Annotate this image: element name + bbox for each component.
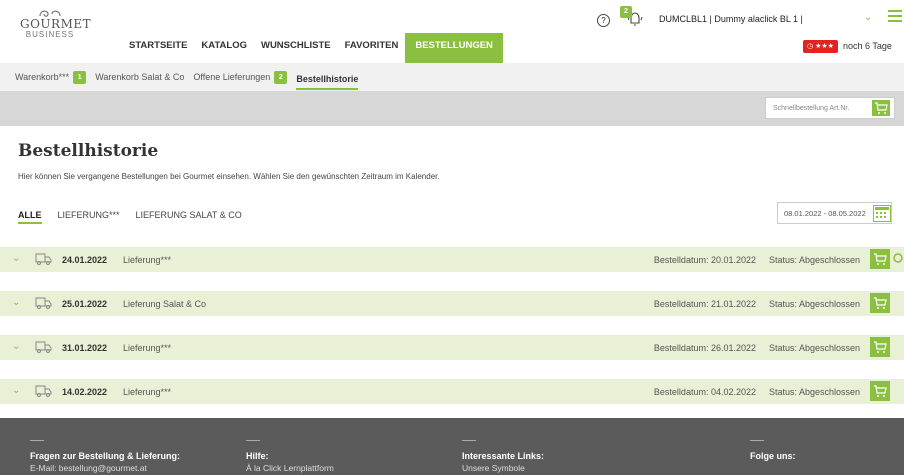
- calendar-icon[interactable]: [873, 205, 891, 222]
- order-status: Status: Abgeschlossen: [769, 255, 861, 265]
- footer-heading: Folge uns:: [750, 451, 796, 461]
- notification-badge: 2: [620, 6, 632, 18]
- truck-icon: [35, 385, 52, 397]
- footer-divider: [30, 440, 44, 441]
- order-date: 25.01.2022: [62, 299, 108, 309]
- order-row[interactable]: ⌄ 31.01.2022 Lieferung*** Bestelldatum: …: [0, 335, 904, 360]
- order-type: Lieferung***: [123, 255, 172, 265]
- footer-help-link[interactable]: À la Click Lernplattform: [246, 463, 334, 473]
- countdown-badge: ◷ ★★★: [803, 40, 838, 53]
- page-intro: Hier können Sie vergangene Bestellungen …: [18, 172, 440, 181]
- reorder-cart-icon[interactable]: [870, 249, 890, 269]
- search-icon[interactable]: [893, 253, 904, 265]
- subnav-offene-lieferungen[interactable]: Offene Lieferungen 2: [193, 63, 288, 91]
- order-status: Status: Abgeschlossen: [769, 387, 861, 397]
- main-nav: STARTSEITE KATALOG WUNSCHLISTE FAVORITEN…: [122, 33, 503, 63]
- subnav-bestellhistorie[interactable]: Bestellhistorie: [296, 70, 359, 90]
- order-row[interactable]: ⌄ 25.01.2022 Lieferung Salat & Co Bestel…: [0, 291, 904, 316]
- reorder-cart-icon[interactable]: [870, 293, 890, 313]
- order-status: Status: Abgeschlossen: [769, 343, 861, 353]
- truck-icon: [35, 341, 52, 353]
- order-bestelldatum: Bestelldatum: 20.01.2022: [653, 255, 756, 265]
- footer-col-social: Folge uns:: [750, 440, 796, 461]
- quick-order-bar: Schnellbestellung Art.Nr.: [0, 91, 904, 126]
- order-date: 31.01.2022: [62, 343, 108, 353]
- nav-wunschliste[interactable]: WUNSCHLISTE: [254, 33, 338, 63]
- footer-symbols-link[interactable]: Unsere Symbole: [462, 463, 544, 473]
- logo-text: GOURMET: [20, 17, 92, 31]
- page-title: Bestellhistorie: [18, 141, 159, 161]
- gourmet-logo[interactable]: GOURMET BUSINESS: [20, 8, 92, 40]
- footer-heading: Interessante Links:: [462, 451, 545, 461]
- subnav-warenkorb[interactable]: Warenkorb*** 1: [15, 63, 87, 91]
- warenkorb-count-badge: 1: [73, 70, 87, 84]
- subnav-warenkorb-salat-label: Warenkorb Salat & Co: [95, 72, 185, 82]
- subnav-offene-lieferungen-label: Offene Lieferungen: [193, 72, 271, 82]
- chevron-down-icon[interactable]: ⌄: [12, 297, 20, 308]
- filter-lieferung[interactable]: LIEFERUNG***: [58, 210, 120, 224]
- order-bestelldatum: Bestelldatum: 04.02.2022: [653, 387, 756, 397]
- reorder-cart-icon[interactable]: [870, 381, 890, 401]
- notification-button[interactable]: 2: [620, 6, 645, 29]
- nav-favoriten[interactable]: FAVORITEN: [338, 33, 406, 63]
- order-bestelldatum: Bestelldatum: 26.01.2022: [653, 343, 756, 353]
- order-date: 24.01.2022: [62, 255, 108, 265]
- footer-col-contact: Fragen zur Bestellung & Lieferung: E-Mai…: [30, 440, 180, 473]
- footer-heading: Fragen zur Bestellung & Lieferung:: [30, 451, 181, 461]
- order-type: Lieferung***: [123, 387, 172, 397]
- order-date: 14.02.2022: [62, 387, 108, 397]
- logo-sub: BUSINESS: [25, 30, 75, 39]
- chevron-down-icon[interactable]: ⌄: [12, 341, 20, 352]
- order-row[interactable]: ⌄ 24.01.2022 Lieferung*** Bestelldatum: …: [0, 247, 904, 272]
- user-account-label[interactable]: DUMCLBL1 | Dummy alaclick BL 1 |: [659, 14, 803, 24]
- footer-divider: [462, 440, 476, 441]
- order-type: Lieferung***: [123, 343, 172, 353]
- chevron-down-icon[interactable]: ⌄: [864, 12, 872, 23]
- clock-icon: ◷: [807, 43, 816, 50]
- order-row[interactable]: ⌄ 14.02.2022 Lieferung*** Bestelldatum: …: [0, 379, 904, 404]
- countdown-text: noch 6 Tage: [843, 41, 892, 51]
- footer-email-link[interactable]: E-Mail: bestellung@gourmet.at: [30, 463, 180, 473]
- subnav-warenkorb-label: Warenkorb***: [15, 72, 70, 82]
- offene-lieferungen-count-badge: 2: [274, 70, 288, 84]
- sub-nav: Warenkorb*** 1 Warenkorb Salat & Co Offe…: [0, 63, 904, 91]
- footer-col-help: Hilfe: À la Click Lernplattform: [246, 440, 334, 473]
- filter-tabs: ALLE LIEFERUNG*** LIEFERUNG SALAT & CO: [18, 210, 258, 224]
- filter-alle[interactable]: ALLE: [18, 210, 42, 224]
- truck-icon: [35, 297, 52, 309]
- footer: Fragen zur Bestellung & Lieferung: E-Mai…: [0, 418, 904, 475]
- footer-divider: [246, 440, 260, 441]
- truck-icon: [35, 253, 52, 265]
- footer-divider: [750, 440, 764, 441]
- cart-icon[interactable]: [872, 100, 890, 116]
- chevron-down-icon[interactable]: ⌄: [12, 253, 20, 264]
- footer-heading: Hilfe:: [246, 451, 269, 461]
- help-icon[interactable]: ?: [597, 14, 610, 27]
- subnav-warenkorb-salat[interactable]: Warenkorb Salat & Co: [95, 63, 184, 91]
- order-type: Lieferung Salat & Co: [123, 299, 207, 309]
- subnav-bestellhistorie-label: Bestellhistorie: [296, 74, 359, 84]
- countdown-stars: ★★★: [815, 43, 834, 50]
- order-status: Status: Abgeschlossen: [769, 299, 861, 309]
- footer-col-links: Interessante Links: Unsere Symbole: [462, 440, 544, 473]
- order-list: ⌄ 24.01.2022 Lieferung*** Bestelldatum: …: [0, 247, 904, 423]
- nav-startseite[interactable]: STARTSEITE: [122, 33, 194, 63]
- filter-lieferung-salat[interactable]: LIEFERUNG SALAT & CO: [136, 210, 242, 224]
- nav-bestellungen[interactable]: BESTELLUNGEN: [405, 33, 503, 63]
- hamburger-menu-icon[interactable]: [888, 10, 902, 25]
- top-bar: GOURMET BUSINESS STARTSEITE KATALOG WUNS…: [0, 0, 904, 63]
- order-bestelldatum: Bestelldatum: 21.01.2022: [653, 299, 756, 309]
- chevron-down-icon[interactable]: ⌄: [12, 385, 20, 396]
- nav-katalog[interactable]: KATALOG: [194, 33, 254, 63]
- reorder-cart-icon[interactable]: [870, 337, 890, 357]
